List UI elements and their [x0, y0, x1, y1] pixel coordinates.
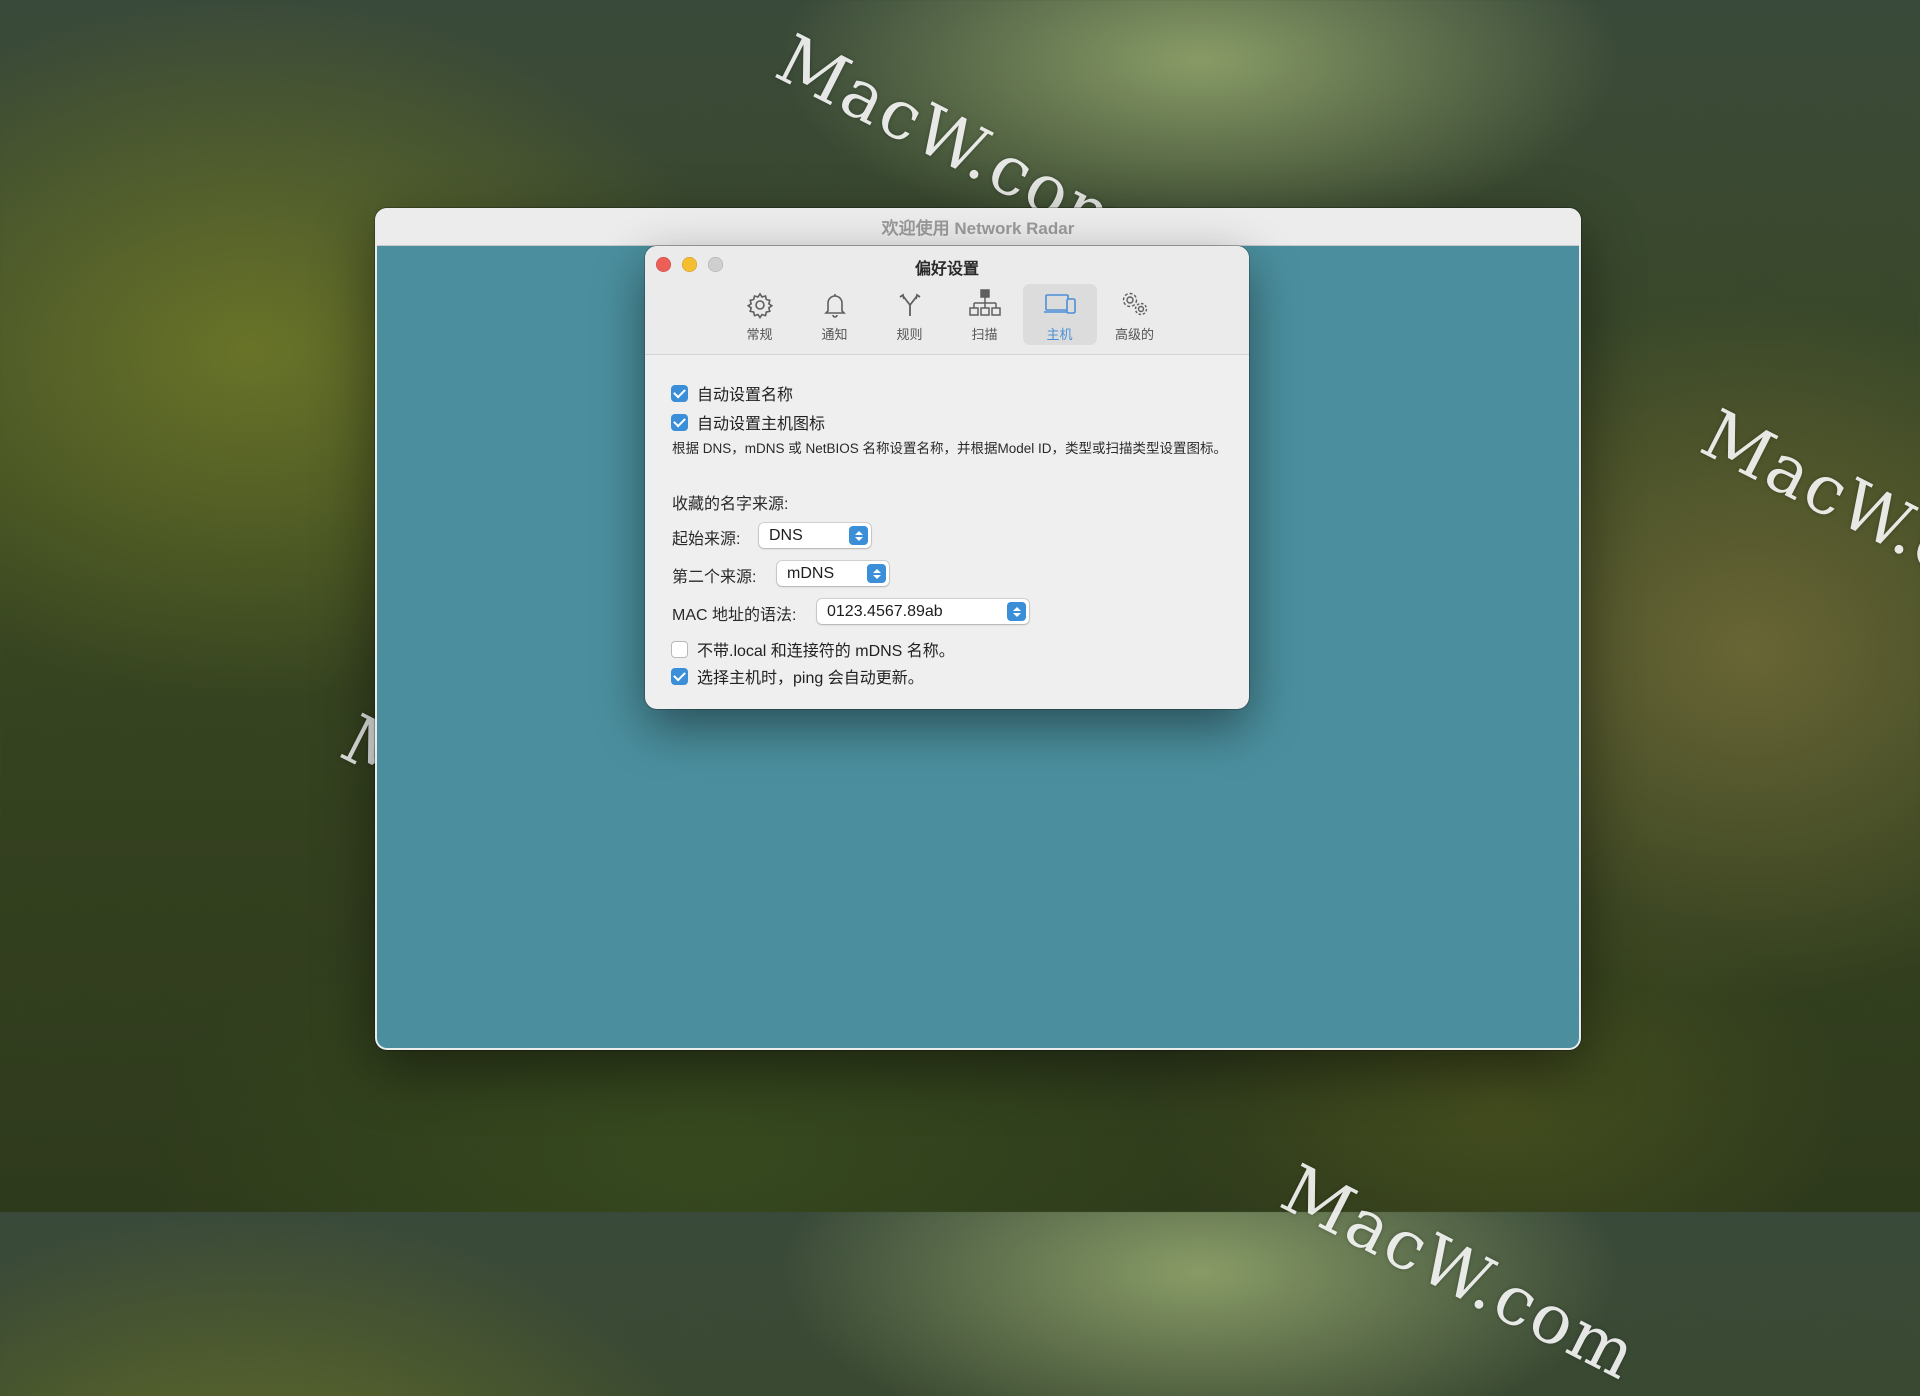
tab-hosts[interactable]: 主机	[1022, 284, 1097, 345]
auto-set-icon-checkbox[interactable]	[671, 413, 688, 431]
fork-icon	[899, 293, 920, 316]
main-window-title: 欢迎使用 Network Radar	[881, 219, 1075, 238]
auto-set-name-checkbox[interactable]	[671, 384, 688, 402]
mac-syntax-label: MAC 地址的语法:	[672, 607, 797, 624]
bell-icon	[823, 294, 846, 318]
strip-local-label: 不带.local 和连接符的 mDNS 名称。	[697, 643, 955, 660]
auto-set-icon-label: 自动设置主机图标	[697, 416, 826, 433]
auto-set-icon-row[interactable]: 自动设置主机图标	[671, 410, 825, 434]
tab-label: 常规	[746, 327, 773, 342]
host-devices-icon	[1043, 294, 1076, 314]
tab-notifications[interactable]: 通知	[798, 284, 872, 345]
tab-rules[interactable]: 规则	[873, 284, 947, 345]
auto-set-name-label: 自动设置名称	[697, 387, 794, 404]
tab-label: 高级的	[1114, 327, 1154, 342]
auto-ping-label: 选择主机时，ping 会自动更新。	[697, 670, 924, 687]
auto-ping-row[interactable]: 选择主机时，ping 会自动更新。	[671, 664, 924, 688]
main-window-titlebar[interactable]: 欢迎使用 Network Radar	[375, 208, 1581, 246]
watermark-text: MacW.com	[1689, 395, 1920, 642]
gears-icon	[1122, 292, 1147, 316]
tab-label: 通知	[821, 327, 848, 342]
tab-label: 主机	[1046, 327, 1073, 342]
favorite-sources-label: 收藏的名字来源:	[672, 496, 789, 513]
preferences-window: 偏好设置 常规 通知 规则 扫描 主机 高级的 自动设置名称 自动设置主机图标 …	[645, 246, 1249, 709]
tab-general[interactable]: 常规	[723, 284, 797, 345]
preferences-title: 偏好设置	[914, 261, 979, 278]
chevron-updown-icon	[1007, 602, 1026, 621]
tab-label: 规则	[896, 327, 923, 342]
auto-ping-checkbox[interactable]	[671, 667, 688, 685]
select-value: mDNS	[787, 564, 835, 582]
gear-icon	[746, 292, 773, 320]
secondary-source-select[interactable]: mDNS	[777, 561, 889, 586]
chevron-updown-icon	[867, 564, 886, 583]
preferences-toolbar-area: 偏好设置 常规 通知 规则 扫描 主机 高级的	[645, 246, 1249, 355]
primary-source-select[interactable]: DNS	[759, 523, 871, 548]
strip-local-checkbox[interactable]	[671, 640, 688, 658]
network-tree-icon	[968, 289, 1001, 316]
chevron-updown-icon	[849, 526, 868, 545]
watermark-text: MacW.com	[1269, 1150, 1651, 1396]
tab-label: 扫描	[971, 327, 998, 342]
auto-set-description: 根据 DNS，mDNS 或 NetBIOS 名称设置名称，并根据Model ID…	[672, 441, 1228, 456]
select-value: 0123.4567.89ab	[827, 602, 943, 620]
tab-scan[interactable]: 扫描	[948, 284, 1022, 345]
mac-syntax-select[interactable]: 0123.4567.89ab	[817, 599, 1029, 624]
select-value: DNS	[769, 526, 803, 544]
tab-advanced[interactable]: 高级的	[1098, 284, 1172, 345]
primary-source-label: 起始来源:	[672, 531, 741, 548]
auto-set-name-row[interactable]: 自动设置名称	[671, 381, 793, 405]
preferences-tabs: 常规 通知 规则 扫描 主机 高级的	[645, 284, 1249, 345]
secondary-source-label: 第二个来源:	[672, 569, 757, 586]
strip-local-row[interactable]: 不带.local 和连接符的 mDNS 名称。	[671, 637, 955, 661]
